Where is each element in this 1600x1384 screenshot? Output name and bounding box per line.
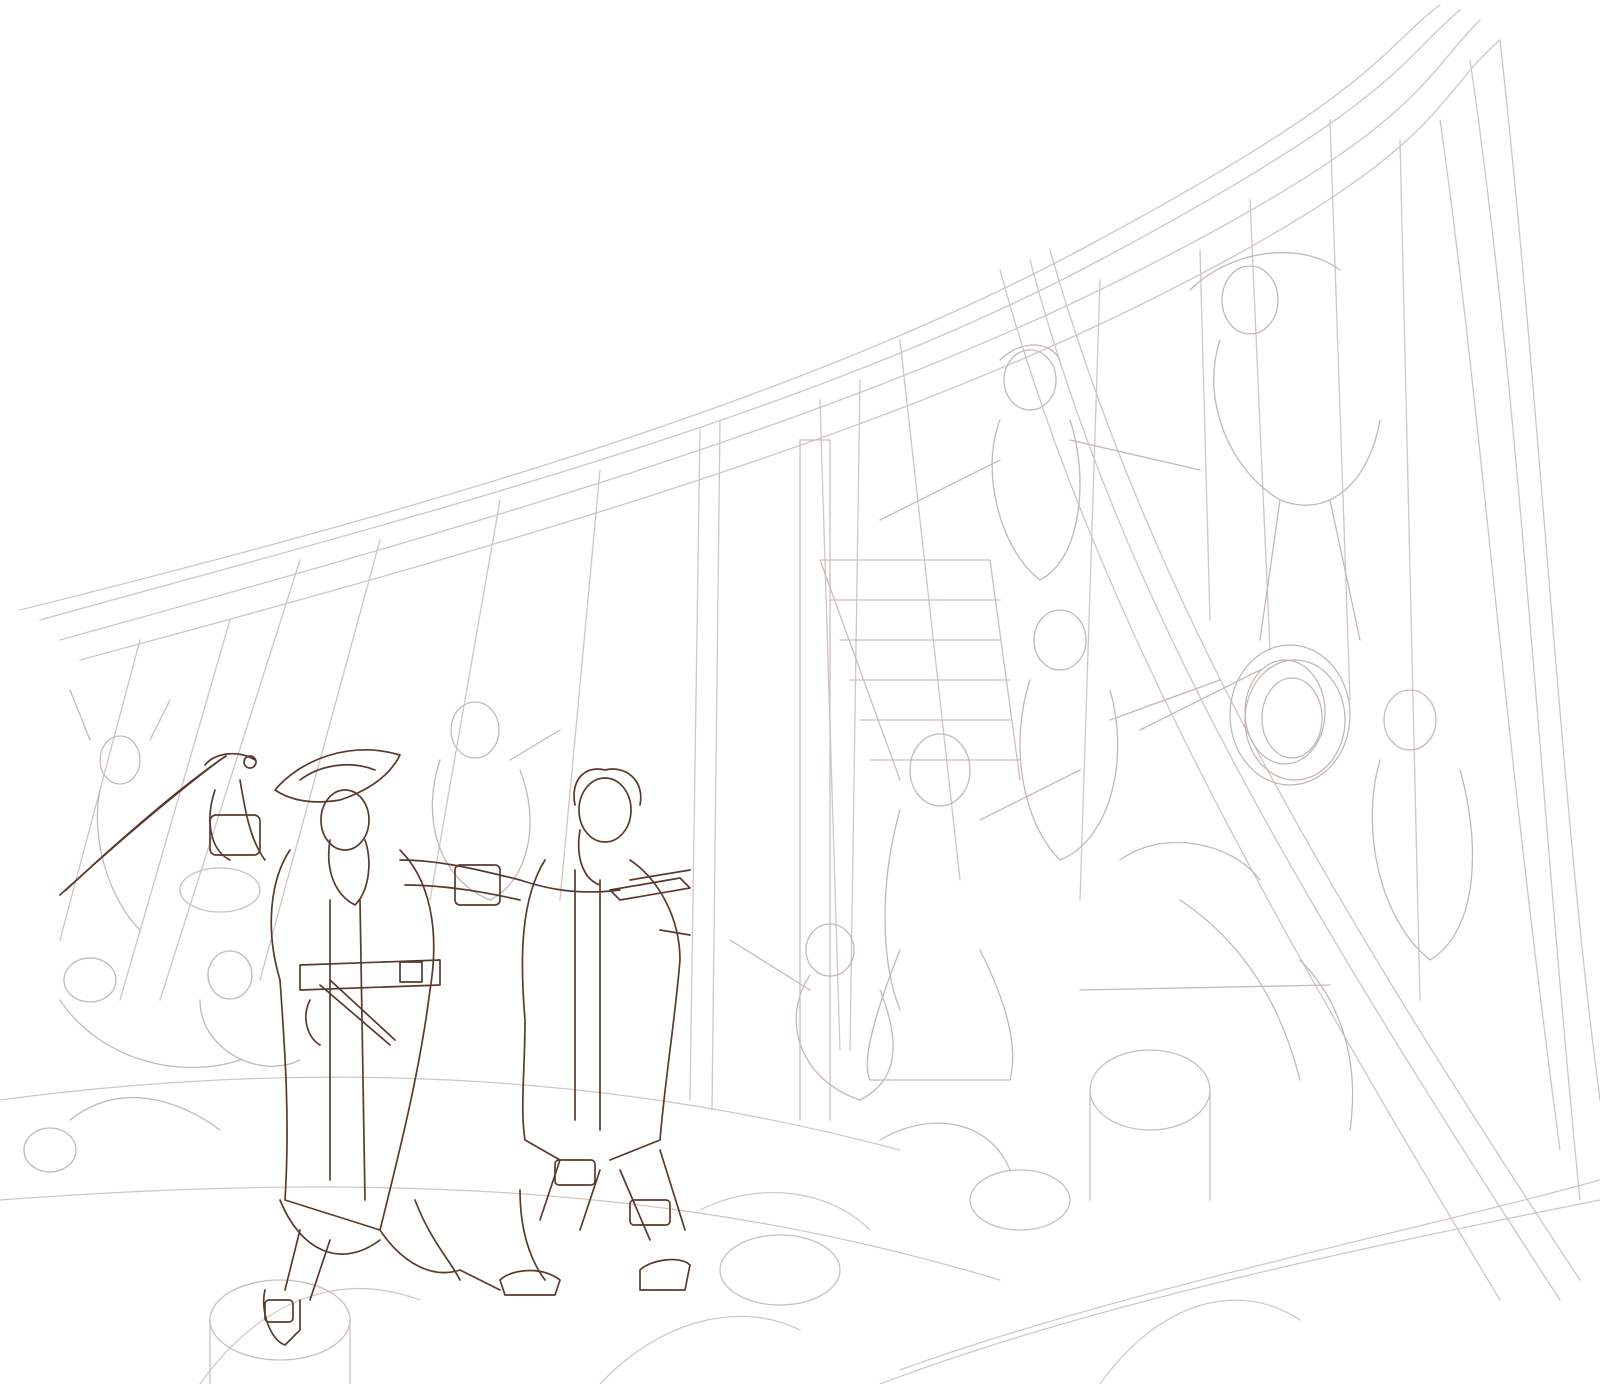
young-sailor-figure: [499, 768, 691, 1296]
stairs-sketch: [799, 439, 1021, 1121]
deck-sketch: [0, 1076, 1600, 1384]
sketch-canvas: [0, 0, 1600, 1384]
sail-and-rigging-sketch: [19, 4, 1600, 1301]
rope-coil-sketch: [1229, 644, 1351, 786]
pirate-captain-figure: [59, 749, 521, 1346]
background-figures-sketch: [23, 252, 1474, 1173]
barrel-sketches: [179, 867, 1211, 1384]
